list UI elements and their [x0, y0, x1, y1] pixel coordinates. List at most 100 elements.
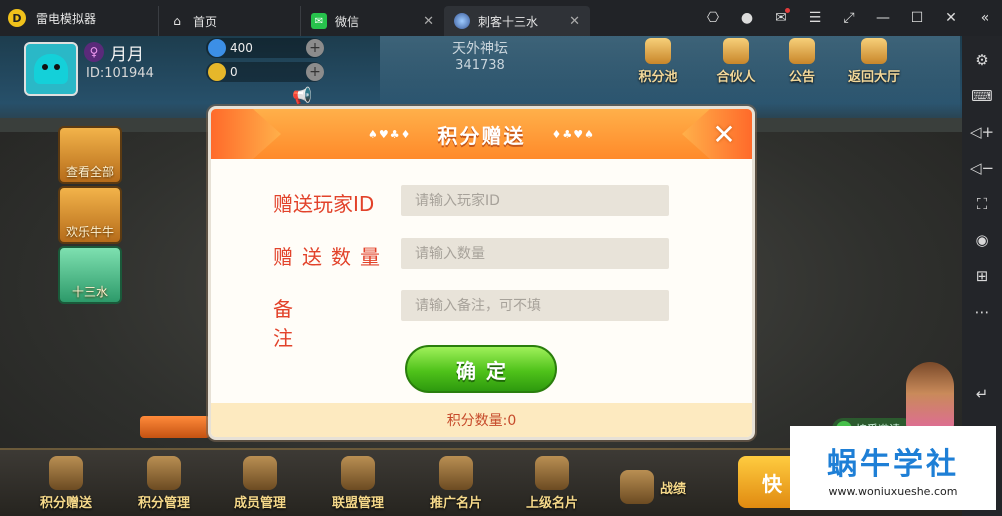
confirm-button[interactable]: 确定 — [405, 345, 557, 393]
return-lobby-button[interactable]: 返回大厅 — [842, 38, 906, 88]
dialog-header: ♠♥♣♦ 积分赠送 ♦♣♥♠ ✕ — [211, 109, 752, 159]
handshake-icon — [723, 38, 749, 64]
points-gift-button[interactable]: 积分赠送 — [18, 456, 114, 511]
points-manage-label: 积分管理 — [137, 496, 190, 511]
remark-label: 备注 — [273, 297, 369, 350]
close-icon[interactable]: ✕ — [934, 10, 968, 26]
amount-row: 赠送数量 — [211, 238, 752, 270]
home-icon: ⌂ — [173, 14, 181, 28]
records-button[interactable]: 战绩 — [620, 470, 716, 504]
alliance-manage-button[interactable]: 联盟管理 — [310, 456, 406, 511]
watermark: 蜗牛学社 www.woniuxueshe.com — [790, 426, 996, 510]
avatar[interactable] — [24, 42, 78, 96]
diamond-icon — [208, 39, 226, 57]
alliance-icon — [341, 456, 375, 490]
game-filter-all-label: 查看全部 — [65, 165, 114, 179]
menu-icon[interactable]: ☰ — [798, 10, 832, 26]
volume-down-icon[interactable]: ◁− — [970, 150, 994, 186]
add-diamond-button[interactable]: + — [306, 39, 324, 57]
notice-button[interactable]: 公告 — [770, 38, 834, 88]
player-id-input[interactable] — [401, 185, 669, 216]
mail-icon[interactable]: ✉ — [764, 8, 798, 26]
remark-input[interactable] — [401, 290, 669, 321]
add-gold-button[interactable]: + — [306, 63, 324, 81]
user-icon[interactable]: ● — [730, 10, 764, 26]
screenshot-icon[interactable]: ⛶ — [977, 186, 988, 222]
settings-icon[interactable]: ⚙ — [975, 42, 988, 78]
quick-start-label: 快 — [762, 471, 782, 496]
partner-label: 合伙人 — [716, 70, 756, 85]
dialog-close-button[interactable]: ✕ — [708, 118, 740, 151]
remark-row: 备注 — [211, 290, 752, 350]
game-filter-shisanshui-label: 十三水 — [71, 285, 108, 299]
notice-label: 公告 — [788, 70, 815, 85]
back-icon[interactable]: ↵ — [976, 376, 989, 412]
tab-close-icon[interactable]: ✕ — [569, 14, 580, 29]
collapse-icon[interactable]: « — [968, 10, 1002, 26]
member-manage-button[interactable]: 成员管理 — [212, 456, 308, 511]
player-nickname: 月月 — [110, 45, 144, 65]
promo-card-button[interactable]: 推广名片 — [408, 456, 504, 511]
tab-home[interactable]: ⌂ 首页 — [158, 6, 300, 36]
tab-home-label: 首页 — [193, 14, 218, 29]
gamepad-icon[interactable]: ⎔ — [696, 10, 730, 26]
player-id-label: 赠送玩家ID — [273, 192, 375, 216]
volume-up-icon[interactable]: ◁+ — [970, 114, 994, 150]
app-brand: D 雷电模拟器 — [0, 0, 158, 36]
superior-card-label: 上级名片 — [525, 496, 578, 511]
superior-card-button[interactable]: 上级名片 — [504, 456, 600, 511]
points-pool-button[interactable]: 积分池 — [626, 38, 690, 88]
gold-balance: 0 + — [206, 62, 324, 82]
points-manage-icon — [147, 456, 181, 490]
ldplayer-logo-icon: D — [8, 9, 26, 27]
header-chevron-left — [211, 109, 281, 159]
more-icon[interactable]: ⋯ — [975, 294, 990, 330]
superior-card-icon — [535, 456, 569, 490]
points-manage-button[interactable]: 积分管理 — [116, 456, 212, 511]
server-info: 天外神坛 341738 — [430, 38, 530, 73]
minimize-icon[interactable]: — — [866, 10, 900, 26]
return-lobby-label: 返回大厅 — [847, 70, 900, 85]
game-filter-all[interactable]: 查看全部 — [58, 126, 122, 184]
expand-icon[interactable]: ⤢ — [832, 10, 866, 26]
game-filter-niuniu[interactable]: 欢乐牛牛 — [58, 186, 122, 244]
return-icon — [861, 38, 887, 64]
title-bar: D 雷电模拟器 ⌂ 首页 ✉ 微信 ✕ 刺客十三水 ✕ ⎔ ● ✉ ☰ ⤢ — … — [0, 0, 1002, 36]
server-number: 341738 — [455, 58, 505, 73]
diamond-balance: 400 + — [206, 38, 324, 58]
partner-button[interactable]: 合伙人 — [704, 38, 768, 88]
amount-input[interactable] — [401, 238, 669, 269]
server-name: 天外神坛 — [452, 41, 508, 57]
records-label: 战绩 — [660, 481, 687, 497]
game-filter-shisanshui[interactable]: 十三水 — [58, 246, 122, 304]
tab-game[interactable]: 刺客十三水 ✕ — [444, 6, 590, 36]
points-pool-icon — [645, 38, 671, 64]
members-icon — [243, 456, 277, 490]
watermark-title: 蜗牛学社 — [827, 446, 959, 482]
window-controls: ⎔ ● ✉ ☰ ⤢ — ☐ ✕ « — [696, 8, 1002, 26]
announcement-horn-icon[interactable]: 📢 — [292, 86, 312, 105]
tab-wechat[interactable]: ✉ 微信 ✕ — [300, 6, 444, 36]
maximize-icon[interactable]: ☐ — [900, 10, 934, 26]
suit-decoration-left: ♠♥♣♦ — [368, 127, 412, 141]
diamond-value: 400 — [230, 41, 253, 55]
app-name: 雷电模拟器 — [36, 11, 97, 26]
notice-icon — [789, 38, 815, 64]
game-filter-niuniu-label: 欢乐牛牛 — [65, 225, 114, 239]
wechat-icon: ✉ — [311, 13, 327, 29]
player-id: ID:101944 — [86, 66, 154, 81]
promo-card-label: 推广名片 — [429, 496, 482, 511]
points-pool-label: 积分池 — [638, 70, 678, 85]
member-manage-label: 成员管理 — [233, 496, 286, 511]
keyboard-icon[interactable]: ⌨ — [971, 78, 993, 114]
dealer-character — [906, 362, 954, 432]
trophy-icon — [620, 470, 654, 504]
tab-close-icon[interactable]: ✕ — [423, 14, 434, 29]
alliance-manage-label: 联盟管理 — [331, 496, 384, 511]
add-app-icon[interactable]: ⊞ — [976, 258, 989, 294]
female-icon: ♀ — [84, 42, 104, 62]
record-icon[interactable]: ◉ — [975, 222, 988, 258]
player-id-row: 赠送玩家ID — [211, 185, 752, 217]
amount-label: 赠送数量 — [273, 245, 389, 269]
room-strip — [140, 416, 210, 438]
